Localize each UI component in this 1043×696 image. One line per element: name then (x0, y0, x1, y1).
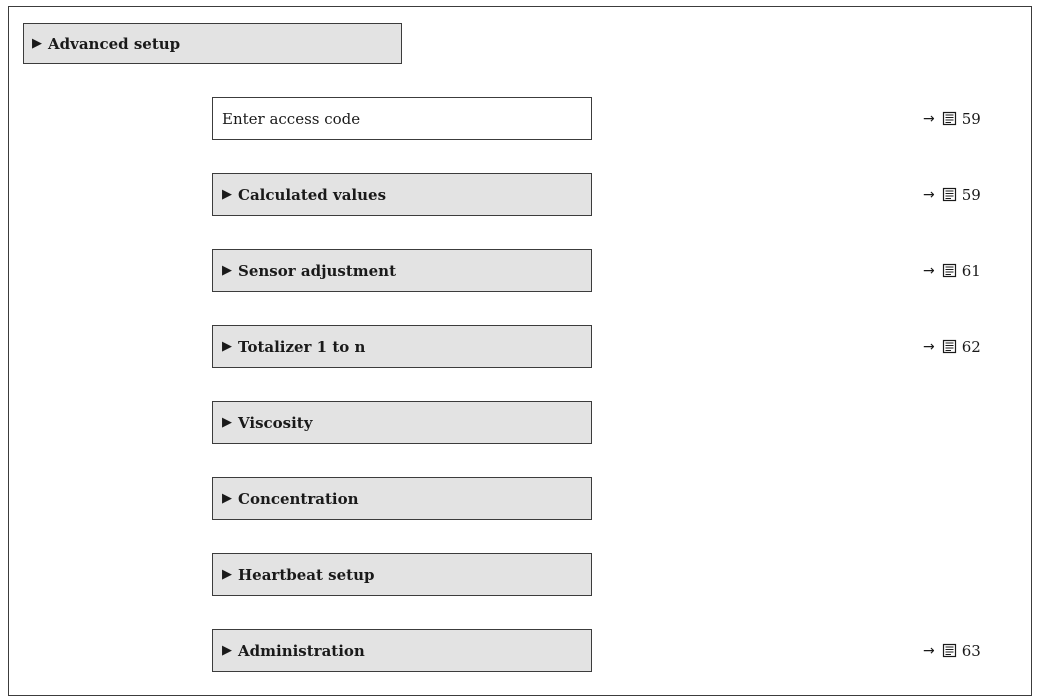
item-label: Administration (238, 641, 365, 660)
triangle-right-icon: ▶ (222, 415, 232, 430)
page-number: 59 (961, 185, 981, 204)
page-reference[interactable]: → 59 (923, 97, 983, 140)
book-icon (942, 339, 956, 354)
page-number: 59 (961, 109, 981, 128)
arrow-right-icon: → (923, 262, 935, 279)
submenu-sensor-adjustment[interactable]: ▶ Sensor adjustment (212, 249, 592, 292)
page-number: 62 (961, 337, 981, 356)
triangle-right-icon: ▶ (222, 187, 232, 202)
page-reference[interactable]: → 61 (923, 249, 983, 292)
item-label: Totalizer 1 to n (238, 337, 366, 356)
page-number: 61 (961, 261, 981, 280)
item-label: Enter access code (222, 109, 361, 128)
submenu-administration[interactable]: ▶ Administration (212, 629, 592, 672)
triangle-right-icon: ▶ (222, 491, 232, 506)
item-label: Calculated values (238, 185, 387, 204)
submenu-heartbeat-setup[interactable]: ▶ Heartbeat setup (212, 553, 592, 596)
page-reference[interactable]: → 62 (923, 325, 983, 368)
item-label: Viscosity (238, 413, 313, 432)
triangle-right-icon: ▶ (222, 643, 232, 658)
menu-advanced-setup[interactable]: ▶ Advanced setup (23, 23, 402, 64)
submenu-totalizer[interactable]: ▶ Totalizer 1 to n (212, 325, 592, 368)
arrow-right-icon: → (923, 186, 935, 203)
arrow-right-icon: → (923, 110, 935, 127)
page-reference[interactable]: → 59 (923, 173, 983, 216)
page-number: 63 (961, 641, 981, 660)
arrow-right-icon: → (923, 642, 935, 659)
page-reference[interactable]: → 63 (923, 629, 983, 672)
triangle-right-icon: ▶ (222, 339, 232, 354)
item-label: Sensor adjustment (238, 261, 397, 280)
item-label: Concentration (238, 489, 359, 508)
menu-title: Advanced setup (48, 34, 181, 53)
submenu-calculated-values[interactable]: ▶ Calculated values (212, 173, 592, 216)
triangle-right-icon: ▶ (222, 567, 232, 582)
param-enter-access-code[interactable]: Enter access code (212, 97, 592, 140)
book-icon (942, 187, 956, 202)
submenu-concentration[interactable]: ▶ Concentration (212, 477, 592, 520)
triangle-right-icon: ▶ (32, 36, 42, 51)
book-icon (942, 643, 956, 658)
book-icon (942, 111, 956, 126)
item-label: Heartbeat setup (238, 565, 375, 584)
book-icon (942, 263, 956, 278)
arrow-right-icon: → (923, 338, 935, 355)
submenu-viscosity[interactable]: ▶ Viscosity (212, 401, 592, 444)
triangle-right-icon: ▶ (222, 263, 232, 278)
